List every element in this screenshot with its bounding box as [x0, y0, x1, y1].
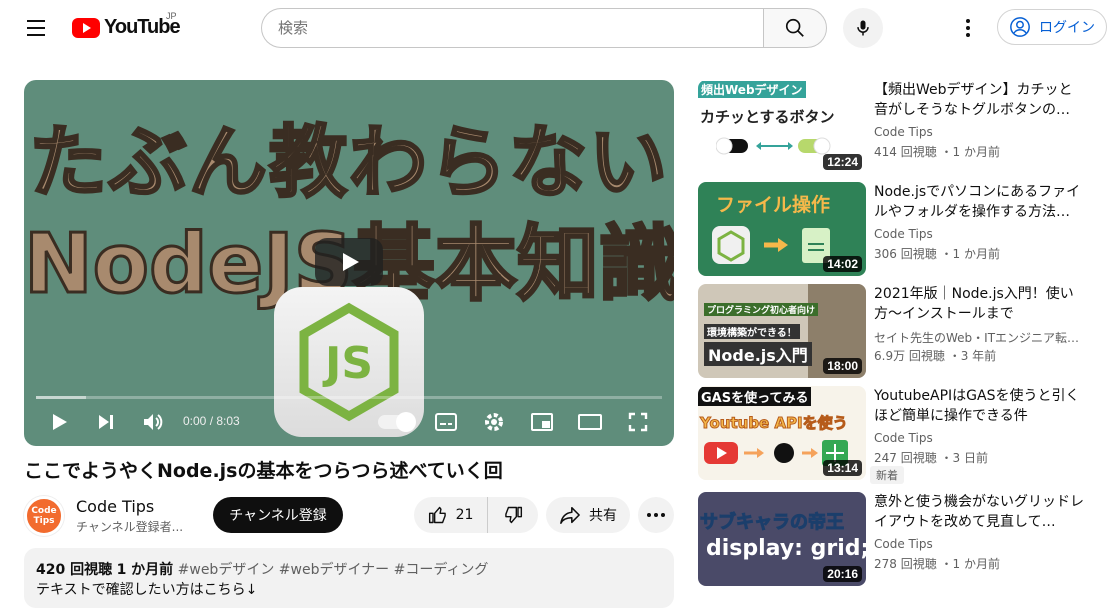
channel-subscriber-count: チャンネル登録者... [76, 520, 184, 534]
progress-bar[interactable] [36, 396, 662, 399]
recommendation-item[interactable]: サブキャラの帝王 display: grid; 20:16 意外と使う機会がない… [698, 492, 1098, 586]
video-player[interactable]: たぶん教わらない NodeJS基本知識 JS 0:00 / 8:03 [24, 80, 674, 446]
video-duration: 14:02 [823, 256, 862, 272]
thumb-label-sub: 環境構築ができる！ [704, 324, 800, 339]
menu-icon[interactable] [20, 12, 52, 44]
recommendation-channel[interactable]: Code Tips [874, 227, 1084, 241]
description-box[interactable]: 420 回視聴 1 か月前 #webデザイン #webデザイナー #コーディング… [24, 548, 674, 608]
recommendation-title[interactable]: 【頻出Webデザイン】カチッと音がしそうなトグルボタンの… [874, 80, 1084, 120]
progress-buffer [36, 396, 86, 399]
search-icon [785, 18, 804, 37]
thumb-label-top: ファイル操作 [716, 194, 831, 216]
like-count: 21 [455, 507, 474, 523]
more-actions-button[interactable] [638, 497, 674, 533]
recommendation-thumbnail[interactable]: GASを使ってみる Youtube APIを使う 13:14 [698, 386, 866, 480]
share-button[interactable]: 共有 [546, 497, 630, 533]
recommendation-channel[interactable]: セイト先生のWeb・ITエンジニア転… [874, 329, 1084, 346]
search-button[interactable] [763, 8, 827, 48]
thumb-label-main: カチッとするボタン [700, 108, 835, 126]
volume-icon[interactable] [139, 408, 167, 436]
large-play-button[interactable] [315, 238, 383, 286]
thumbs-down-icon [505, 506, 523, 524]
thumbnail-headline-1: たぶん教わらない [27, 117, 669, 210]
player-controls: 0:00 / 8:03 [24, 402, 674, 442]
channel-avatar[interactable]: Code Tips [24, 496, 64, 536]
thumb-label-top: プログラミング初心者向け [704, 303, 819, 316]
recommendation-channel[interactable]: Code Tips [874, 537, 1084, 551]
subtitles-icon[interactable] [432, 408, 460, 436]
thumb-label-main: Node.js入門 [704, 342, 812, 366]
settings-gear-icon[interactable] [480, 408, 508, 436]
search-box[interactable] [261, 8, 764, 48]
play-icon[interactable] [45, 408, 73, 436]
thumb-label-top: サブキャラの帝王 [700, 512, 845, 534]
recommendation-title[interactable]: 2021年版｜Node.js入門！使い方〜インストールまで [874, 284, 1084, 324]
recommendation-thumbnail[interactable]: プログラミング初心者向け 環境構築ができる！ Node.js入門 18:00 [698, 284, 866, 378]
recommendation-thumbnail[interactable]: 頻出Webデザイン カチッとするボタン 12:24 [698, 80, 866, 174]
recommendation-channel[interactable]: Code Tips [874, 125, 1084, 139]
recommendation-title[interactable]: Node.jsでパソコンにあるファイルやフォルダを操作する方法… [874, 182, 1084, 222]
dislike-button[interactable] [488, 497, 538, 533]
recommendation-channel[interactable]: Code Tips [874, 431, 1084, 445]
toggle-switch-icon [716, 137, 831, 155]
miniplayer-icon[interactable] [528, 408, 556, 436]
top-bar: YouTube JP ログイン [0, 0, 1109, 56]
microphone-icon [857, 20, 869, 36]
account-icon [1010, 17, 1030, 37]
recommendation-stats: 247 回視聴 ・3 日前 [874, 451, 988, 465]
recommendation-item[interactable]: GASを使ってみる Youtube APIを使う 13:14 YoutubeAP… [698, 386, 1098, 484]
video-title: ここでようやくNode.jsの基本をつらつら述べていく回 [24, 460, 503, 482]
search-input[interactable] [278, 19, 764, 37]
subscribe-button[interactable]: チャンネル登録 [213, 497, 343, 533]
recommendation-item[interactable]: 頻出Webデザイン カチッとするボタン 12:24 【頻出Webデザイン】カチッ… [698, 80, 1098, 174]
view-count: 420 回視聴 [36, 562, 113, 578]
login-button[interactable]: ログイン [997, 9, 1107, 45]
channel-name[interactable]: Code Tips [76, 497, 154, 516]
thumbs-up-icon [428, 506, 446, 524]
voice-search-button[interactable] [843, 8, 883, 48]
new-badge: 新着 [870, 466, 904, 484]
youtube-play-icon [72, 17, 100, 38]
settings-more-icon[interactable] [956, 16, 980, 40]
video-duration: 13:14 [823, 460, 862, 476]
recommendation-item[interactable]: ファイル操作 14:02 Node.jsでパソコンにあるファイルやフォルダを操作… [698, 182, 1098, 276]
fullscreen-icon[interactable] [624, 408, 652, 436]
recommendation-title[interactable]: 意外と使う機会がないグリッドレイアウトを改めて見直して… [874, 492, 1084, 532]
autoplay-toggle[interactable] [378, 412, 416, 432]
recommendation-stats: 6.9万 回視聴 ・3 年前 [874, 349, 997, 363]
recommendation-stats: 306 回視聴 ・1 か月前 [874, 247, 1000, 261]
theater-mode-icon[interactable] [576, 408, 604, 436]
youtube-logo[interactable]: YouTube [72, 16, 181, 39]
video-duration: 12:24 [823, 154, 862, 170]
recommendation-thumbnail[interactable]: サブキャラの帝王 display: grid; 20:16 [698, 492, 866, 586]
svg-text:JS: JS [322, 338, 373, 389]
recommendation-stats: 278 回視聴 ・1 か月前 [874, 557, 1000, 571]
like-button[interactable]: 21 [414, 497, 488, 533]
share-label: 共有 [589, 508, 617, 524]
thumb-label-main: display: grid; [706, 536, 866, 561]
thumb-label-main: Youtube APIを使う [700, 414, 849, 433]
recommendation-stats: 414 回視聴 ・1 か月前 [874, 145, 1000, 159]
login-label: ログイン [1039, 20, 1095, 36]
upload-age: 1 か月前 [116, 562, 174, 578]
thumb-label-top: GASを使ってみる [698, 387, 812, 406]
video-duration: 18:00 [823, 358, 862, 374]
description-text: テキストで確認したい方はこちら↓ [36, 582, 258, 598]
recommendation-title[interactable]: YoutubeAPIはGASを使うと引くほど簡単に操作できる件 [874, 386, 1084, 426]
recommendation-item[interactable]: プログラミング初心者向け 環境構築ができる！ Node.js入門 18:00 2… [698, 284, 1098, 378]
next-icon[interactable] [92, 408, 120, 436]
video-duration: 20:16 [823, 566, 862, 582]
time-display: 0:00 / 8:03 [183, 414, 240, 428]
like-dislike-group: 21 [414, 497, 538, 533]
share-icon [560, 506, 580, 524]
recommendation-thumbnail[interactable]: ファイル操作 14:02 [698, 182, 866, 276]
hashtags[interactable]: #webデザイン #webデザイナー #コーディング [178, 562, 489, 578]
country-code: JP [166, 11, 177, 21]
thumb-label-top: 頻出Webデザイン [698, 81, 806, 98]
